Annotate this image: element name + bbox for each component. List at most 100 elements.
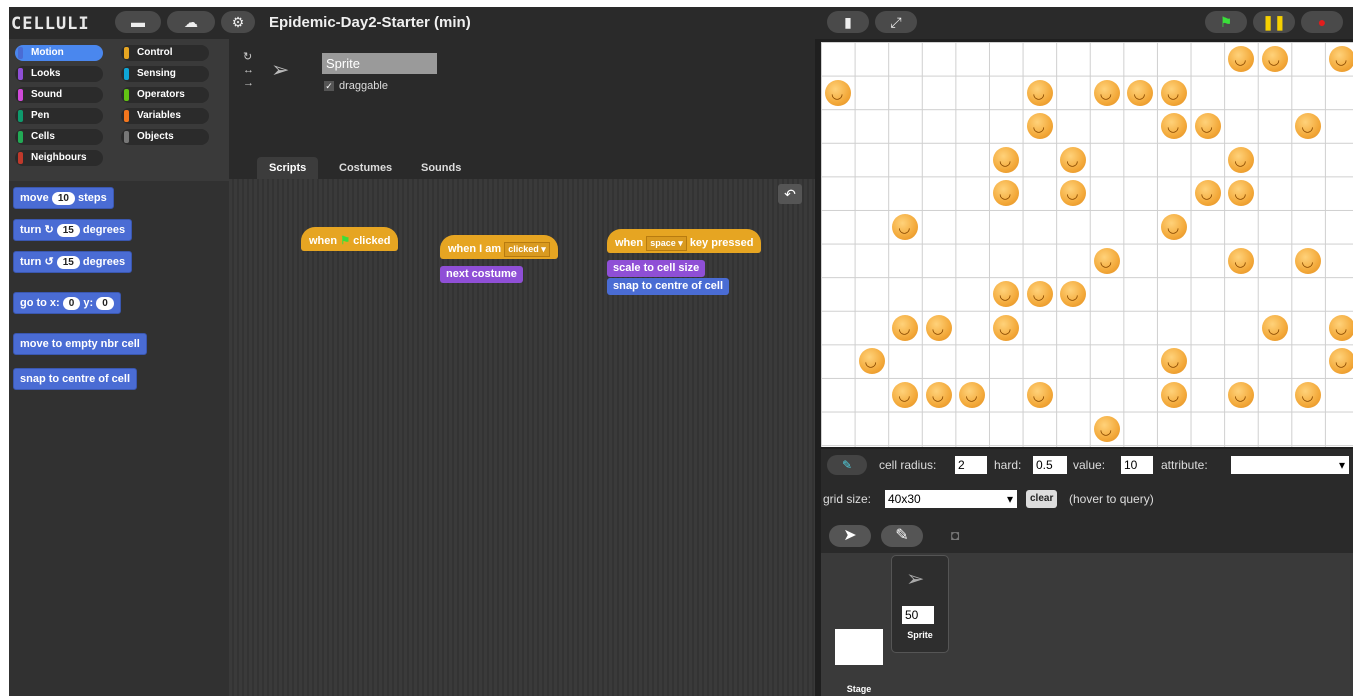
- smiley-cell-sprite[interactable]: [993, 180, 1019, 207]
- smiley-cell-sprite[interactable]: [1161, 382, 1187, 408]
- paint-brush-icon[interactable]: ✎: [881, 525, 923, 547]
- value-input[interactable]: 10: [1121, 456, 1153, 474]
- grid-size-select[interactable]: 40x30 ▾: [885, 490, 1017, 508]
- smiley-cell-sprite[interactable]: [1228, 46, 1255, 72]
- smiley-cell-sprite[interactable]: [1026, 382, 1053, 408]
- stop-icon[interactable]: ●: [1301, 11, 1343, 33]
- category-operators[interactable]: Operators: [121, 87, 209, 103]
- turn-clockwise-block[interactable]: turn ↻ 15 degrees: [13, 219, 133, 241]
- pause-icon[interactable]: ❚❚: [1253, 11, 1295, 33]
- smiley-cell-sprite[interactable]: [1261, 314, 1288, 341]
- smiley-cell-sprite[interactable]: [1228, 247, 1255, 274]
- stage-grid[interactable]: [821, 42, 1353, 447]
- smiley-cell-sprite[interactable]: [993, 314, 1019, 341]
- turn-counterclockwise-block[interactable]: turn ↺ 15 degrees: [13, 251, 133, 273]
- scripts-canvas[interactable]: when ⚑ clicked when I am clicked ▾ next …: [229, 179, 815, 696]
- smiley-cell-sprite[interactable]: [1228, 382, 1255, 408]
- smiley-cell-sprite[interactable]: [993, 146, 1019, 173]
- cloud-icon[interactable]: ☁: [167, 11, 215, 33]
- turn-ccw-degrees-input[interactable]: 15: [56, 255, 80, 269]
- category-control[interactable]: Control: [121, 45, 209, 61]
- smiley-cell-sprite[interactable]: [1161, 79, 1187, 106]
- cell-radius-input[interactable]: 2: [955, 456, 987, 474]
- smiley-cell-sprite[interactable]: [1093, 79, 1120, 106]
- smiley-cell-sprite[interactable]: [1060, 281, 1087, 308]
- attribute-select[interactable]: ▾: [1231, 456, 1349, 474]
- category-sound[interactable]: Sound: [15, 87, 103, 103]
- when-i-am-clicked-hat[interactable]: when I am clicked ▾: [440, 235, 558, 259]
- smiley-cell-sprite[interactable]: [1295, 113, 1322, 140]
- smiley-cell-sprite[interactable]: [1228, 180, 1255, 207]
- goto-y-input[interactable]: 0: [96, 296, 114, 310]
- move-steps-input[interactable]: 10: [51, 191, 75, 205]
- camera-icon[interactable]: ◘: [951, 527, 959, 543]
- turtle-sprite-icon[interactable]: ➤: [829, 525, 871, 547]
- smiley-cell-sprite[interactable]: [1194, 180, 1221, 207]
- category-variables[interactable]: Variables: [121, 108, 209, 124]
- sprite-name-field[interactable]: Sprite: [322, 53, 437, 74]
- goto-xy-block[interactable]: go to x: 0 y: 0: [13, 292, 121, 314]
- when-key-pressed-hat[interactable]: when space ▾ key pressed: [607, 229, 762, 253]
- smiley-cell-sprite[interactable]: [1194, 113, 1221, 140]
- next-costume-block[interactable]: next costume: [440, 266, 523, 283]
- smiley-cell-sprite[interactable]: [1026, 79, 1053, 106]
- sprite-tile[interactable]: ➢ 50 Sprite: [891, 555, 949, 653]
- snap-to-centre-of-cell-block[interactable]: snap to centre of cell: [607, 278, 730, 295]
- stage-thumbnail[interactable]: [835, 629, 883, 665]
- smiley-cell-sprite[interactable]: [1127, 79, 1154, 106]
- move-to-empty-nbr-cell-block[interactable]: move to empty nbr cell: [13, 333, 147, 355]
- presentation-mode-icon[interactable]: ⤢: [875, 11, 917, 33]
- clear-button[interactable]: clear: [1026, 490, 1058, 508]
- key-dropdown[interactable]: space ▾: [646, 235, 687, 251]
- smiley-cell-sprite[interactable]: [959, 382, 986, 408]
- smiley-cell-sprite[interactable]: [1329, 46, 1353, 72]
- smiley-cell-sprite[interactable]: [1295, 382, 1322, 408]
- smiley-cell-sprite[interactable]: [1026, 113, 1053, 140]
- smiley-cell-sprite[interactable]: [1329, 314, 1353, 341]
- settings-gear-icon[interactable]: ⚙: [221, 11, 255, 33]
- tab-sounds[interactable]: Sounds: [409, 157, 473, 179]
- smiley-cell-sprite[interactable]: [1026, 281, 1053, 308]
- tab-costumes[interactable]: Costumes: [327, 157, 404, 179]
- when-flag-clicked-hat[interactable]: when ⚑ clicked: [301, 227, 399, 251]
- smiley-cell-sprite[interactable]: [892, 214, 919, 240]
- smiley-cell-sprite[interactable]: [825, 79, 851, 106]
- smiley-cell-sprite[interactable]: [892, 382, 919, 408]
- smiley-cell-sprite[interactable]: [1093, 415, 1120, 442]
- smiley-cell-sprite[interactable]: [993, 281, 1019, 308]
- category-looks[interactable]: Looks: [15, 66, 103, 82]
- rotation-style-buttons[interactable]: ↻ ↔ →: [243, 51, 254, 90]
- clicked-dropdown[interactable]: clicked ▾: [504, 241, 550, 257]
- tab-scripts[interactable]: Scripts: [257, 157, 319, 179]
- brush-icon[interactable]: ✎: [827, 455, 867, 475]
- file-icon[interactable]: ▬: [115, 11, 161, 33]
- goto-x-input[interactable]: 0: [62, 296, 81, 310]
- app-logo[interactable]: CELLULI: [11, 14, 90, 34]
- category-neighbours[interactable]: Neighbours: [15, 150, 103, 166]
- smiley-cell-sprite[interactable]: [925, 314, 952, 341]
- draggable-option[interactable]: ✓ draggable: [324, 80, 388, 92]
- smiley-cell-sprite[interactable]: [1161, 348, 1187, 375]
- stage-size-toggle-icon[interactable]: ▮: [827, 11, 869, 33]
- category-pen[interactable]: Pen: [15, 108, 103, 124]
- scale-to-cell-size-block[interactable]: scale to cell size: [607, 260, 706, 277]
- hard-input[interactable]: 0.5: [1033, 456, 1067, 474]
- smiley-cell-sprite[interactable]: [1060, 180, 1087, 207]
- smiley-cell-sprite[interactable]: [1295, 247, 1322, 274]
- smiley-cell-sprite[interactable]: [1161, 113, 1187, 140]
- category-objects[interactable]: Objects: [121, 129, 209, 145]
- smiley-cell-sprite[interactable]: [1329, 348, 1353, 375]
- smiley-cell-sprite[interactable]: [1228, 146, 1255, 173]
- smiley-cell-sprite[interactable]: [1161, 214, 1187, 240]
- undo-icon[interactable]: ↶: [778, 184, 802, 204]
- sprite-size-input[interactable]: 50: [902, 606, 934, 624]
- snap-to-centre-block[interactable]: snap to centre of cell: [13, 368, 138, 390]
- category-motion[interactable]: Motion: [15, 45, 103, 61]
- green-flag-icon[interactable]: ⚑: [1205, 11, 1247, 33]
- turn-cw-degrees-input[interactable]: 15: [56, 223, 80, 237]
- category-sensing[interactable]: Sensing: [121, 66, 209, 82]
- smiley-cell-sprite[interactable]: [858, 348, 885, 375]
- draggable-checkbox[interactable]: ✓: [324, 81, 334, 91]
- move-steps-block[interactable]: move 10 steps: [13, 187, 114, 209]
- smiley-cell-sprite[interactable]: [892, 314, 919, 341]
